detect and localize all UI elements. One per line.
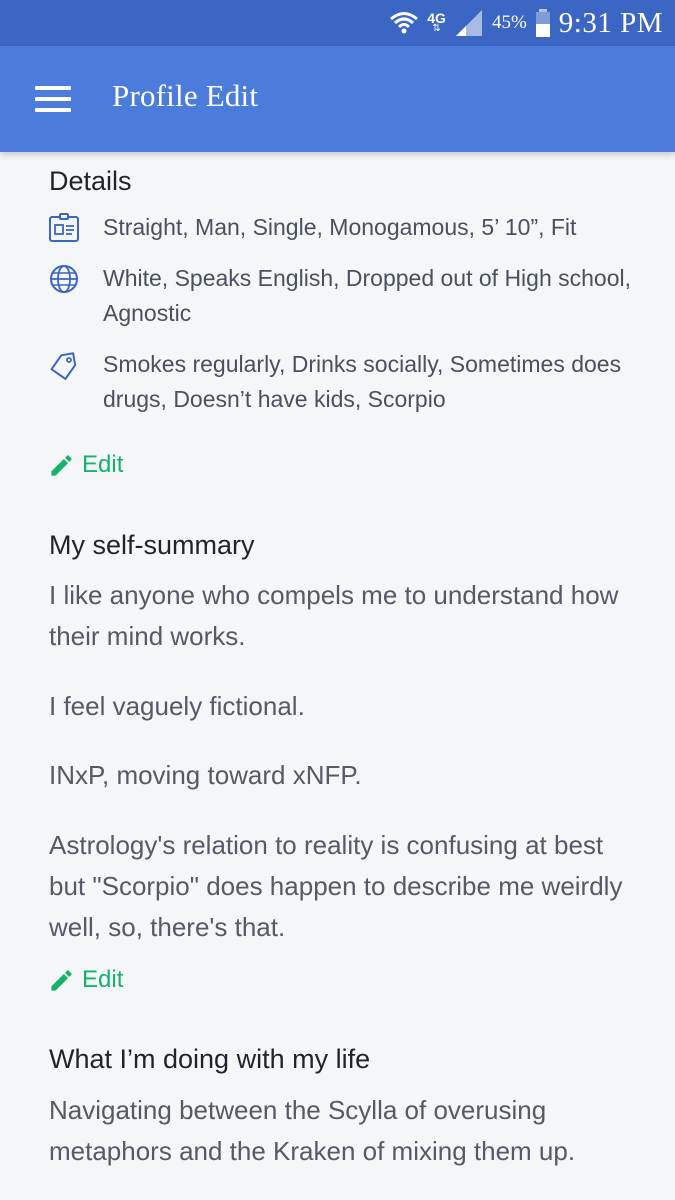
self-summary-paragraph: INxP, moving toward xNFP.	[49, 760, 362, 790]
globe-icon	[50, 265, 78, 293]
details-lifestyle-text: Smokes regularly, Drinks socially, Somet…	[103, 351, 622, 412]
details-heading: Details	[49, 166, 132, 196]
battery-icon	[535, 9, 550, 37]
app-bar: Profile Edit	[0, 46, 675, 152]
status-icons: 4G ⇅ 45% 9:31 PM	[389, 0, 663, 46]
profile-content[interactable]: Details Straight, Man, Single, Monogamou…	[0, 152, 675, 1200]
status-bar: 4G ⇅ 45% 9:31 PM	[0, 0, 675, 46]
tag-icon	[50, 352, 77, 380]
edit-self-summary-button[interactable]: Edit	[48, 965, 123, 995]
battery-percent: 45%	[491, 12, 527, 33]
pencil-icon	[51, 454, 72, 476]
life-paragraph: Navigating between the Scylla of overusi…	[49, 1095, 576, 1166]
id-card-icon	[49, 213, 79, 242]
self-summary-paragraph: Astrology's relation to reality is confu…	[49, 830, 623, 942]
hamburger-menu-icon[interactable]	[35, 84, 71, 114]
page-title: Profile Edit	[112, 78, 259, 113]
self-summary-paragraph: I feel vaguely fictional.	[49, 691, 305, 721]
life-heading: What I’m doing with my life	[49, 1044, 371, 1074]
details-background-text: White, Speaks English, Dropped out of Hi…	[103, 265, 632, 326]
self-summary-paragraph: I like anyone who compels me to understa…	[49, 580, 619, 651]
clock: 9:31 PM	[558, 6, 663, 39]
edit-self-summary-label: Edit	[82, 966, 124, 993]
pencil-icon	[51, 969, 72, 991]
edit-details-button[interactable]: Edit	[48, 450, 123, 480]
wifi-icon	[390, 12, 419, 34]
edit-details-label: Edit	[82, 451, 124, 478]
details-basics-text: Straight, Man, Single, Monogamous, 5’ 10…	[103, 214, 577, 240]
signal-icon	[455, 10, 482, 36]
self-summary-heading: My self-summary	[49, 530, 255, 560]
lte-icon: 4G ⇅	[427, 10, 446, 34]
